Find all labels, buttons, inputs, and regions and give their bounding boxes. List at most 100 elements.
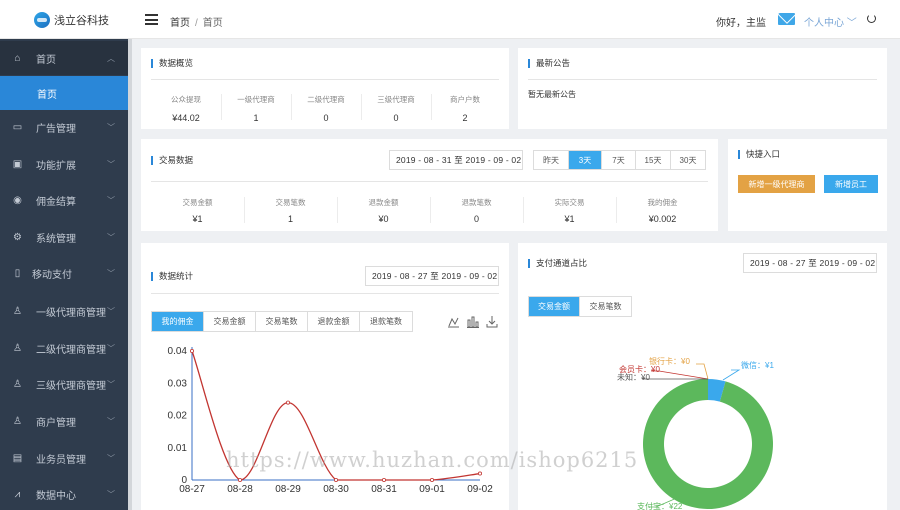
user-icon: ♙ (13, 415, 22, 427)
breadcrumb-current: 首页 (202, 18, 223, 29)
stat-item: 退款笔数 0 (430, 197, 523, 224)
menu-toggle-icon[interactable] (145, 14, 158, 25)
sidebar-item-label: 广告管理 (36, 123, 76, 135)
sidebar-item-agent-l3[interactable]: ♙ 三级代理商管理 ﹀ (0, 367, 128, 401)
chevron-down-icon: ﹀ (107, 416, 115, 426)
chevron-down-icon: ﹀ (107, 379, 115, 389)
trade-card: 交易数据 2019 - 08 - 31 至 2019 - 09 - 02 昨天 … (141, 139, 718, 231)
greeting: 你好，主监 (716, 18, 766, 29)
bar-view-icon[interactable] (467, 316, 479, 328)
add-agent-button[interactable]: 新增一级代理商 (738, 175, 815, 193)
stats-date-range[interactable]: 2019 - 08 - 27 至 2019 - 09 - 02 (365, 266, 499, 286)
stat-value: 1 (287, 214, 293, 224)
coin-icon: ◉ (13, 194, 22, 206)
sidebar-item-data-center[interactable]: ⩘ 数据中心 ﹀ (0, 477, 128, 510)
data-point[interactable] (429, 477, 434, 482)
sidebar-item-system[interactable]: ⚙ 系统管理 ﹀ (0, 220, 128, 254)
data-point[interactable] (285, 400, 290, 405)
channel-date-range[interactable]: 2019 - 08 - 27 至 2019 - 09 - 02 (743, 253, 877, 273)
data-point[interactable] (333, 477, 338, 482)
chart-toolbox (448, 316, 498, 328)
tab-commission[interactable]: 我的佣金 (152, 312, 204, 331)
stat-label: 公众提现 (171, 95, 201, 104)
sidebar-item-extensions[interactable]: ▣ 功能扩展 ﹀ (0, 147, 128, 181)
chevron-down-icon: ﹀ (107, 306, 115, 316)
channel-metric-tabs: 交易金额 交易笔数 (528, 296, 632, 317)
watermark: https://www.huzhan.com/ishop6215 (226, 448, 639, 472)
tab-channel-count[interactable]: 交易笔数 (580, 297, 631, 316)
breadcrumb-home[interactable]: 首页 (170, 18, 190, 29)
stat-item: 交易金额 ¥1 (151, 197, 244, 224)
sidebar-item-label: 业务员管理 (36, 454, 86, 466)
stat-label: 退款金额 (368, 198, 399, 207)
card-title: 数据概览 (151, 59, 193, 68)
chevron-down-icon: ﹀ (107, 122, 115, 132)
tab-refund-count[interactable]: 退款笔数 (360, 312, 412, 331)
overview-card: 数据概览 公众提现 ¥44.02 一级代理商 1 二级代理商 0 三级代理商 0… (141, 48, 509, 129)
stat-label: 交易笔数 (275, 198, 306, 207)
sidebar-item-agent-l1[interactable]: ♙ 一级代理商管理 ﹀ (0, 294, 128, 328)
add-staff-button[interactable]: 新增员工 (824, 175, 878, 193)
chevron-down-icon: ﹀ (107, 159, 115, 169)
data-point[interactable] (477, 471, 482, 476)
sidebar-item-ads[interactable]: ▭ 广告管理 ﹀ (0, 110, 128, 144)
logo-text: 浅立谷科技 (54, 15, 109, 27)
sidebar-item-label: 二级代理商管理 (36, 344, 106, 356)
y-tick-label: 0.04 (168, 346, 188, 357)
sidebar-item-merchants[interactable]: ♙ 商户管理 ﹀ (0, 404, 128, 438)
stat-item: 商户户数 2 (431, 94, 499, 123)
card-title: 交易数据 (151, 156, 193, 165)
logo[interactable]: 浅立谷科技 (34, 11, 109, 29)
chevron-down-icon: ﹀ (107, 195, 115, 205)
range-30d-button[interactable]: 30天 (671, 151, 705, 169)
briefcase-icon: ▤ (12, 452, 23, 464)
sidebar-item-home[interactable]: ⌂ 首页 ︿ (0, 41, 128, 75)
chevron-down-icon: ﹀ (107, 268, 115, 278)
range-3d-button[interactable]: 3天 (569, 151, 602, 169)
sidebar-item-label: 数据中心 (36, 490, 76, 502)
pie-label: 支付宝：¥22 (637, 501, 683, 510)
sidebar-scrollbar[interactable] (128, 39, 132, 510)
ad-icon: ▭ (12, 121, 23, 133)
line-view-icon[interactable] (448, 317, 459, 328)
mail-icon[interactable] (778, 13, 795, 25)
sidebar-item-agent-l2[interactable]: ♙ 二级代理商管理 ﹀ (0, 331, 128, 365)
x-tick-label: 09-01 (419, 484, 445, 495)
download-icon[interactable] (486, 316, 498, 328)
stat-label: 退款笔数 (461, 198, 492, 207)
data-point[interactable] (381, 477, 386, 482)
sidebar-item-label: 三级代理商管理 (36, 380, 106, 392)
divider (528, 79, 877, 80)
stat-item: 实际交易 ¥1 (523, 197, 616, 224)
sidebar-subitem-home[interactable]: 首页 (0, 76, 128, 110)
tab-trade-count[interactable]: 交易笔数 (256, 312, 308, 331)
stat-label: 交易金额 (182, 198, 213, 207)
stat-item: 三级代理商 0 (361, 94, 431, 123)
tab-channel-amount[interactable]: 交易金额 (529, 297, 580, 316)
power-icon[interactable] (867, 14, 876, 23)
stat-value: 0 (323, 113, 329, 123)
x-tick-label: 09-02 (467, 484, 493, 495)
sidebar-item-label: 一级代理商管理 (36, 307, 106, 319)
user-icon: ♙ (13, 378, 22, 390)
quick-entry-card: 快捷入口 新增一级代理商 新增员工 (728, 139, 887, 231)
tab-trade-amount[interactable]: 交易金额 (204, 312, 256, 331)
sidebar-item-commission[interactable]: ◉ 佣金结算 ﹀ (0, 183, 128, 217)
chevron-down-icon: ﹀ (107, 453, 115, 463)
sidebar-item-label: 首页 (37, 89, 57, 101)
range-yesterday-button[interactable]: 昨天 (534, 151, 569, 169)
range-15d-button[interactable]: 15天 (636, 151, 671, 169)
range-7d-button[interactable]: 7天 (602, 151, 636, 169)
data-point[interactable] (238, 477, 243, 482)
sidebar-item-mobile-pay[interactable]: ▯ 移动支付 ﹀ (0, 256, 128, 290)
sidebar-item-salesmen[interactable]: ▤ 业务员管理 ﹀ (0, 441, 128, 475)
divider (151, 79, 499, 80)
breadcrumb-separator: / (195, 18, 198, 29)
stat-value: 2 (462, 113, 468, 123)
data-point[interactable] (190, 348, 195, 353)
stat-label: 我的佣金 (647, 198, 678, 207)
trade-date-range[interactable]: 2019 - 08 - 31 至 2019 - 09 - 02 (389, 150, 523, 170)
tab-refund-amount[interactable]: 退款金额 (308, 312, 360, 331)
profile-menu[interactable]: 个人中心 ﹀ (804, 14, 857, 29)
divider (151, 181, 708, 182)
